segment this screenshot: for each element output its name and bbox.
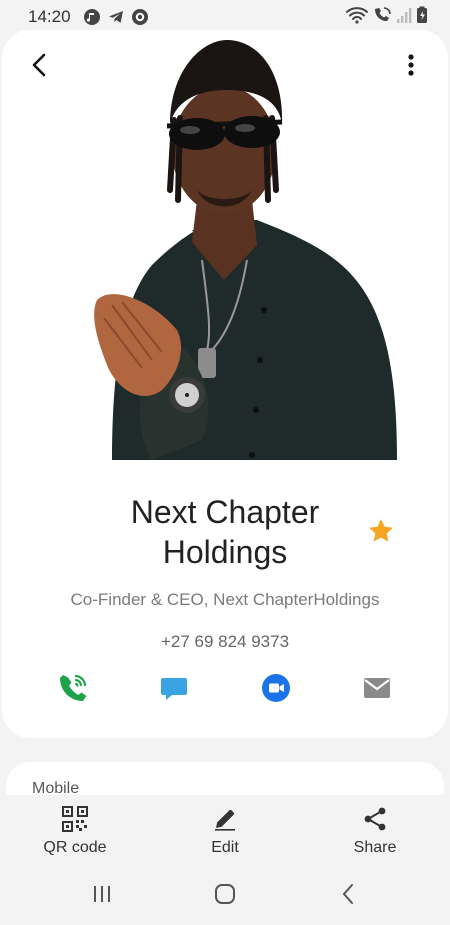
back-button[interactable] bbox=[24, 52, 54, 82]
action-row bbox=[2, 670, 448, 710]
wifi-call-icon bbox=[372, 6, 392, 29]
share-icon bbox=[361, 805, 389, 833]
bottom-action-bar: QR code Edit Share bbox=[0, 795, 450, 867]
system-back-button[interactable] bbox=[328, 876, 368, 916]
home-button[interactable] bbox=[205, 876, 245, 916]
favorite-button[interactable] bbox=[366, 516, 396, 546]
recent-apps-button[interactable] bbox=[82, 876, 122, 916]
contact-card: Next Chapter Holdings Co-Finder & CEO, N… bbox=[2, 30, 448, 738]
recent-apps-icon bbox=[91, 883, 113, 910]
wifi-call-icon bbox=[56, 671, 90, 710]
system-nav-bar bbox=[0, 867, 450, 925]
back-chevron-icon bbox=[340, 882, 356, 911]
share-label: Share bbox=[353, 839, 397, 856]
wifi-icon bbox=[346, 6, 368, 29]
more-options-button[interactable] bbox=[396, 52, 426, 82]
telegram-icon bbox=[107, 8, 125, 26]
email-button[interactable] bbox=[357, 670, 397, 710]
more-vertical-icon bbox=[407, 53, 415, 82]
edit-label: Edit bbox=[211, 839, 239, 856]
edit-button[interactable]: Edit bbox=[165, 805, 285, 857]
status-bar: 14:20 bbox=[0, 0, 450, 34]
share-button[interactable]: Share bbox=[315, 805, 435, 857]
arrow-back-icon bbox=[30, 53, 48, 82]
battery-icon bbox=[416, 6, 428, 29]
phone-number: +27 69 824 9373 bbox=[160, 632, 290, 651]
qr-code-label: QR code bbox=[43, 839, 107, 856]
video-call-button[interactable] bbox=[256, 670, 296, 710]
status-time: 14:20 bbox=[28, 7, 71, 26]
pencil-icon bbox=[211, 805, 239, 833]
wifi-call-button[interactable] bbox=[53, 670, 93, 710]
star-icon bbox=[366, 519, 396, 550]
home-icon bbox=[213, 882, 237, 911]
status-left: 14:20 bbox=[28, 7, 149, 27]
qr-code-icon bbox=[61, 805, 89, 833]
contact-name: Next Chapter Holdings bbox=[130, 494, 320, 570]
contact-photo-image bbox=[94, 40, 397, 460]
status-right bbox=[346, 6, 428, 29]
qr-code-button[interactable]: QR code bbox=[15, 805, 135, 857]
music-icon bbox=[83, 8, 101, 26]
message-button[interactable] bbox=[154, 670, 194, 710]
signal-icon bbox=[396, 6, 412, 29]
contact-info: Next Chapter Holdings Co-Finder & CEO, N… bbox=[2, 492, 448, 652]
email-icon bbox=[362, 673, 392, 708]
video-call-icon bbox=[261, 673, 291, 708]
contact-photo bbox=[2, 30, 448, 480]
shield-icon bbox=[131, 8, 149, 26]
job-title: Co-Finder & CEO, Next ChapterHoldings bbox=[70, 590, 380, 609]
message-icon bbox=[159, 673, 189, 708]
